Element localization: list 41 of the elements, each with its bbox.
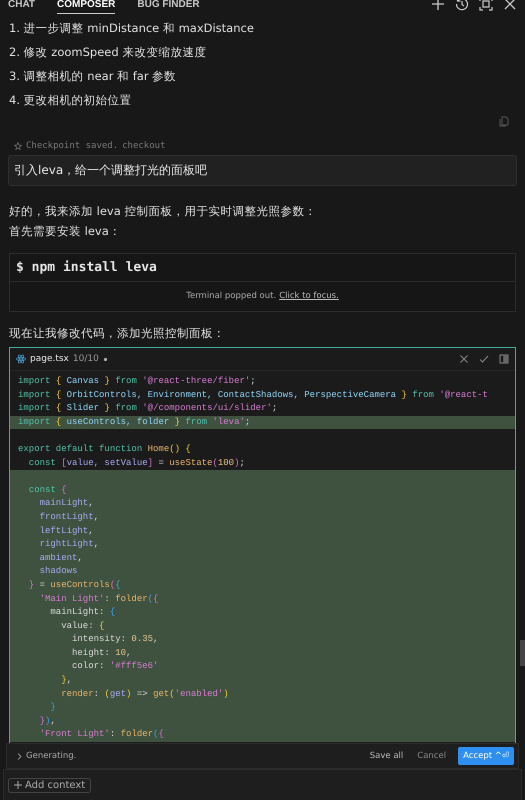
terminal-note: Terminal popped out.: [186, 291, 276, 301]
list-item: 1. 进一步调整 minDistance 和 maxDistance: [9, 20, 255, 36]
file-name[interactable]: page.tsx: [30, 354, 69, 364]
reject-icon[interactable]: [459, 354, 469, 364]
copy-icon[interactable]: [499, 116, 509, 127]
focus-link[interactable]: Click to focus.: [279, 291, 339, 301]
react-file-icon: [16, 354, 26, 364]
split-view-icon[interactable]: [499, 354, 509, 364]
terminal-command: $ npm install leva: [10, 254, 515, 282]
user-message: 引入leva，给一个调整打光的面板吧: [8, 155, 517, 186]
action-button[interactable]: Save all: [368, 748, 406, 764]
code-line: import { Canvas } from '@react-three/fiber';: [17, 375, 257, 388]
reply-text: 好的，我来添加 leva 控制面板，用于实时调整光照参数：: [9, 204, 318, 219]
code-line: import { OrbitControls, Environment, ContactShadows, PerspectiveCamera } from '@react-t: [17, 388, 489, 402]
list-item: 3. 调整相机的 near 和 far 参数: [9, 68, 178, 84]
chat-input[interactable]: Add context: [3, 769, 522, 800]
panel-tab[interactable]: CHAT: [8, 0, 36, 13]
reply-text: 现在让我修改代码，添加光照控制面板：: [8, 325, 226, 342]
checkpoint-text: Checkpoint saved.: [26, 141, 118, 151]
scrollbar-thumb[interactable]: [520, 640, 525, 666]
plus-icon[interactable]: [431, 0, 445, 11]
reply-text: 首先需要安装 leva：: [9, 224, 122, 239]
maximize-icon[interactable]: [479, 0, 493, 11]
panel-tab[interactable]: COMPOSER: [57, 0, 116, 14]
panel-tab[interactable]: BUG FINDER: [137, 0, 200, 13]
history-icon[interactable]: [455, 0, 469, 11]
generating-status: Generating.: [26, 751, 76, 761]
code-line: export default function Home() {: [17, 442, 192, 456]
list-item: 4. 更改相机的初始位置: [9, 92, 133, 108]
action-button[interactable]: Cancel: [415, 748, 448, 764]
add-context-button[interactable]: Add context: [8, 778, 92, 792]
code-line: import { Slider } from '@/components/ui/slider';: [17, 402, 278, 416]
pin-icon: [14, 142, 22, 150]
code-line: const [value, setValue] = useState(100);: [28, 456, 246, 470]
close-icon[interactable]: [503, 0, 517, 11]
plus-icon: [14, 781, 22, 789]
chevron-icon[interactable]: [17, 752, 22, 760]
change-counter: 10/10: [72, 354, 99, 364]
list-item: 2. 修改 zoomSpeed 来改变缩放速度: [9, 44, 208, 60]
checkout-link[interactable]: checkout: [122, 141, 166, 151]
accept-icon[interactable]: [479, 354, 489, 364]
